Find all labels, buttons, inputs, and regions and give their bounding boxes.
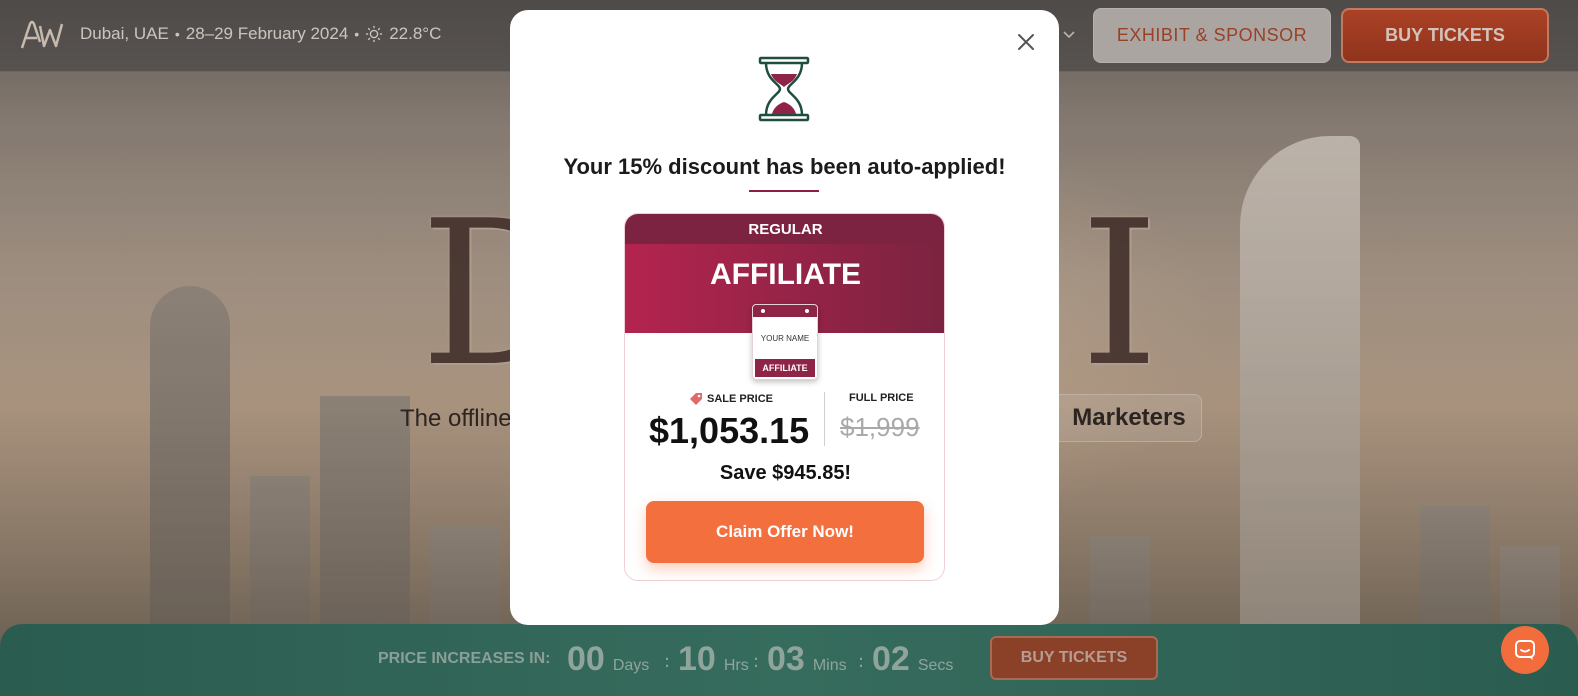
sale-price: $1,053.15 [649, 410, 810, 451]
hourglass-icon [758, 56, 810, 122]
price-divider [824, 392, 825, 446]
full-price: $1,999 [840, 412, 920, 442]
badge-name: YOUR NAME [760, 334, 810, 343]
close-icon[interactable] [1016, 32, 1036, 52]
full-price-label: FULL PRICE [849, 392, 914, 404]
price-tag-icon [690, 393, 702, 405]
sale-price-label-group: SALE PRICE [689, 392, 773, 406]
badge-hole [805, 309, 809, 313]
badge-role: AFFILIATE [755, 359, 815, 377]
ticket-name: AFFILIATE [709, 258, 862, 291]
claim-offer-button[interactable]: Claim Offer Now! [646, 501, 924, 563]
name-badge-illustration: YOUR NAME AFFILIATE [752, 304, 818, 380]
chat-icon [1515, 640, 1535, 660]
chat-launcher-button[interactable] [1501, 626, 1549, 674]
headline-underline [749, 190, 819, 192]
modal-headline: Your 15% discount has been auto-applied! [563, 154, 1006, 179]
ticket-tier: REGULAR [625, 214, 944, 244]
badge-hole [761, 309, 765, 313]
savings-text: Save $945.85! [719, 462, 852, 484]
ticket-card: REGULAR AFFILIATE YOUR NAME AFFILIATE SA… [624, 213, 945, 581]
sale-price-label: SALE PRICE [707, 393, 774, 405]
